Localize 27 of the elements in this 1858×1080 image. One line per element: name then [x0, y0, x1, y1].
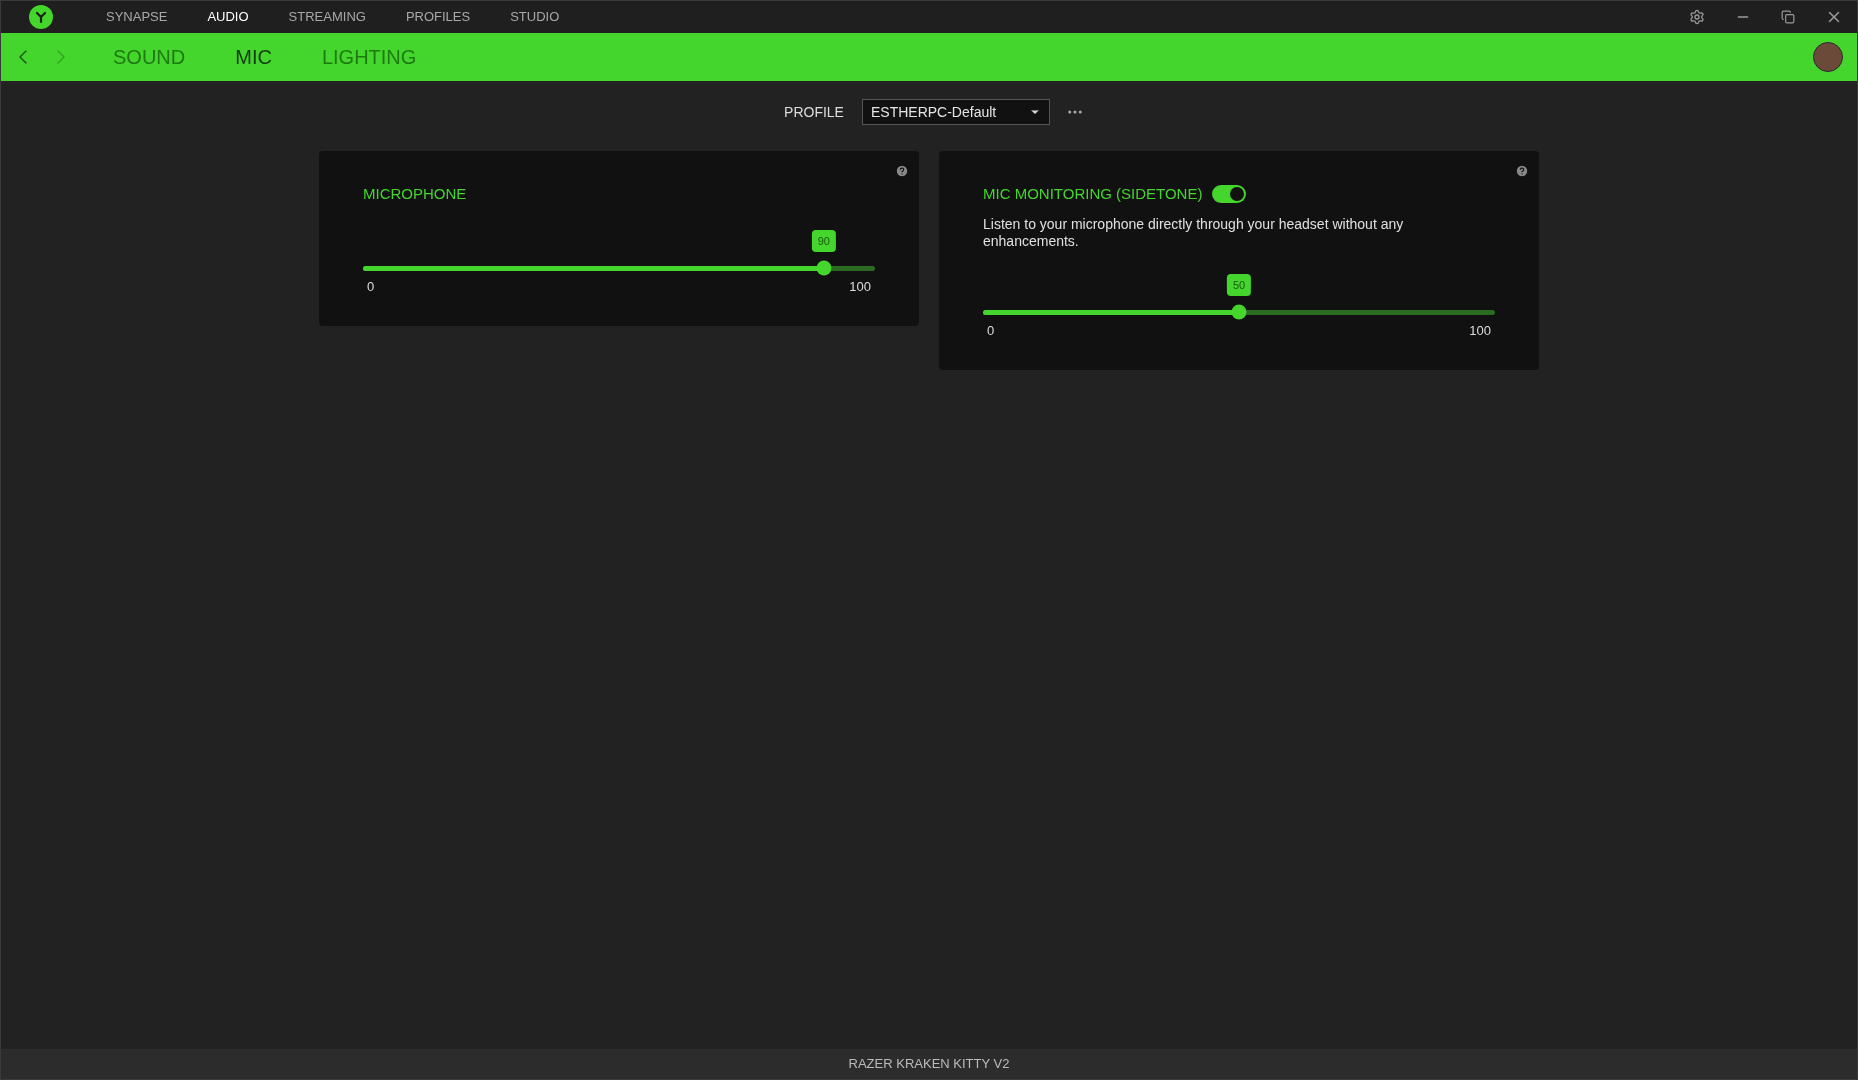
help-icon[interactable]: [1515, 164, 1529, 178]
top-nav-tab[interactable]: SYNAPSE: [106, 7, 168, 27]
card-description: Listen to your microphone directly through your headset without any enhancements.: [983, 215, 1405, 250]
top-nav-tab[interactable]: PROFILES: [405, 7, 471, 27]
profile-dropdown[interactable]: ESTHERPC-Default: [861, 99, 1050, 125]
card-title: MIC MONITORING (SIDETONE): [983, 184, 1203, 204]
slider-min-label: 0: [987, 321, 995, 340]
top-nav-tab[interactable]: STREAMING: [288, 7, 366, 27]
avatar[interactable]: [1813, 42, 1843, 72]
card-title: MICROPHONE: [363, 184, 467, 204]
slider-max-label: 100: [1469, 321, 1491, 340]
top-nav-tab[interactable]: STUDIO: [510, 7, 560, 27]
logo-icon: [29, 5, 53, 29]
settings-icon[interactable]: [1689, 9, 1705, 25]
profile-label: PROFILE: [784, 102, 844, 122]
slider-thumb[interactable]: [816, 260, 832, 276]
slider-max-label: 100: [849, 277, 871, 296]
status-bar: RAZER KRAKEN KITTY V2: [1, 1049, 1857, 1079]
slider-min-label: 0: [367, 277, 375, 296]
restore-icon[interactable]: [1781, 10, 1795, 24]
slider-thumb[interactable]: [1231, 304, 1247, 320]
help-icon[interactable]: [895, 164, 909, 178]
top-nav-tab[interactable]: AUDIO: [207, 7, 249, 27]
slider-value-badge: 50: [1226, 273, 1252, 296]
slider-value-badge: 90: [811, 229, 836, 252]
toggle-switch[interactable]: [1212, 185, 1247, 204]
sub-nav-tab[interactable]: MIC: [235, 42, 272, 72]
